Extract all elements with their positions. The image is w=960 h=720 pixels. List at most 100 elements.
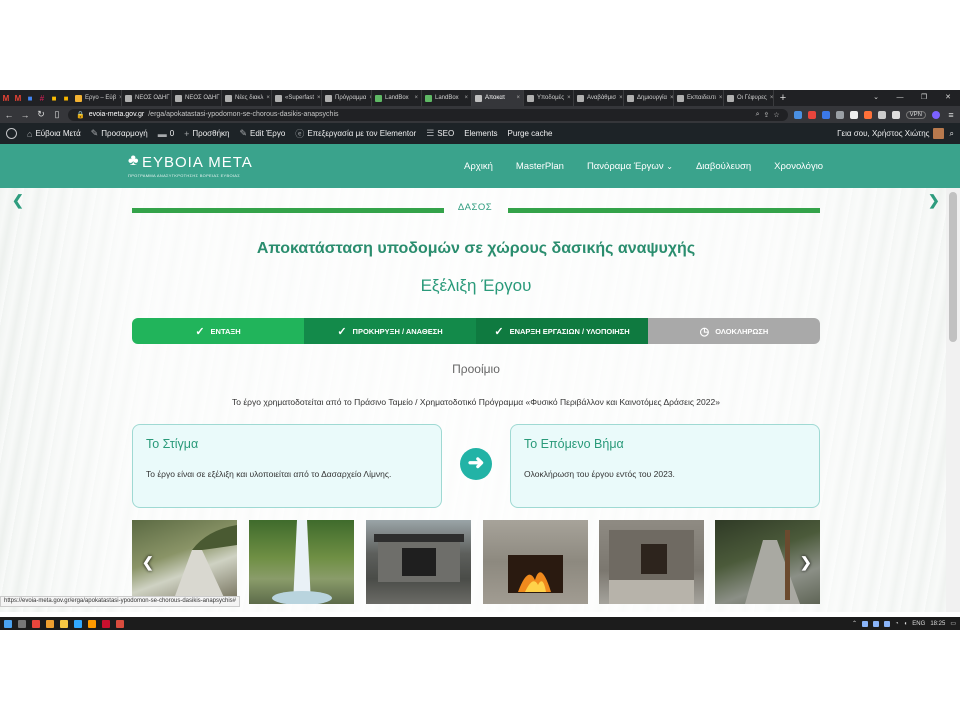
menu-item-projects-overview[interactable]: Πανόραμα Έργων ⌄ (587, 161, 673, 172)
maximize-button[interactable]: ❐ (912, 90, 936, 106)
site-logo[interactable]: ♣ ΕΥΒΟΙΑ ΜΕΤΑ ΠΡΟΓΡΑΜΜΑ ΑΝΑΣΥΓΚΡΟΤΗΣΗΣ Β… (128, 152, 258, 180)
zoom-icon[interactable]: ⌕ (756, 111, 760, 119)
gallery-photo[interactable] (249, 520, 354, 604)
notes-icon[interactable]: ■ (60, 90, 72, 106)
slack-icon[interactable]: # (36, 90, 48, 106)
menu-icon[interactable]: ≡ (946, 110, 956, 120)
notification-icon[interactable]: ▭ (950, 620, 956, 627)
gallery-photo[interactable] (599, 520, 704, 604)
docs-icon[interactable]: ■ (24, 90, 36, 106)
browser-tab[interactable]: Εκπαιδευτι × (674, 90, 724, 106)
browser-tab[interactable]: LandBox × (372, 90, 422, 106)
browser-tab[interactable]: Εργο – Εύβ× (72, 90, 122, 106)
scrollbar-thumb[interactable] (949, 192, 957, 342)
photoshop-icon[interactable] (74, 619, 82, 628)
tab-close-icon[interactable]: × (266, 95, 270, 101)
share-icon[interactable]: ⇪ (764, 111, 770, 119)
tab-close-icon[interactable]: × (317, 95, 321, 101)
calendar-icon[interactable]: ■ (48, 90, 60, 106)
gallery-prev-icon[interactable]: ❮ (142, 554, 154, 571)
tab-close-icon[interactable]: × (770, 95, 773, 101)
menu-item-home[interactable]: Αρχική (464, 161, 493, 172)
browser-tab[interactable]: Πρόγραμμα× (322, 90, 372, 106)
browser-tab[interactable]: Οι Γέφυρες × (724, 90, 774, 106)
task-view-icon[interactable] (18, 619, 26, 628)
url-field[interactable]: 🔒 evoia-meta.gov.gr/erga/apokatastasi-yp… (68, 108, 788, 121)
reload-icon[interactable]: ↻ (36, 109, 46, 120)
extension-icon[interactable] (793, 110, 802, 119)
browser-tab[interactable]: ΝΕΟΣ ΟΔΗΓ× (172, 90, 222, 106)
tray-chevron-icon[interactable]: ⌃ (852, 620, 857, 627)
tab-search-icon[interactable]: ⌄ (864, 90, 888, 106)
gallery-photo[interactable] (366, 520, 471, 604)
puzzle-icon[interactable] (877, 110, 886, 119)
browser-tab-active[interactable]: Αποκατ × (472, 90, 524, 106)
browser-tab[interactable]: Αναβάθμισ × (574, 90, 624, 106)
tab-close-icon[interactable]: × (414, 95, 418, 101)
wordpress-logo-icon[interactable] (6, 128, 17, 139)
forward-icon[interactable]: → (20, 110, 30, 120)
admin-elements[interactable]: Elements (464, 129, 497, 138)
browser-taskbar-icon[interactable] (32, 619, 40, 628)
app-taskbar-icon[interactable] (102, 619, 110, 628)
browser-tab[interactable]: ΝΕΟΣ ΟΔΗΓ× (122, 90, 172, 106)
admin-new[interactable]: + Προσθήκη (184, 129, 229, 139)
menu-item-timeline[interactable]: Χρονολόγιο (774, 161, 823, 172)
admin-edit[interactable]: ✎ Edit Έργο (239, 128, 285, 139)
tab-close-icon[interactable]: × (516, 95, 520, 101)
admin-comments[interactable]: ▬ 0 (158, 129, 174, 139)
app-taskbar-icon[interactable] (116, 619, 124, 628)
menu-item-masterplan[interactable]: MasterPlan (516, 161, 564, 172)
page-scrollbar[interactable] (946, 188, 960, 612)
browser-tab[interactable]: Νέες διακλ × (222, 90, 272, 106)
volume-icon[interactable]: ◖ (904, 621, 908, 627)
extension-icon[interactable] (863, 110, 872, 119)
illustrator-icon[interactable] (88, 619, 96, 628)
admin-account[interactable]: Γεια σου, Χρήστος Χιώτης (837, 128, 944, 139)
gmail-icon[interactable]: M (0, 90, 12, 106)
gmail-icon[interactable]: M (12, 90, 24, 106)
windows-start-icon[interactable] (4, 619, 12, 628)
bookmark-icon[interactable]: ▯ (52, 109, 62, 120)
back-icon[interactable]: ← (4, 110, 14, 120)
tray-icon[interactable] (884, 620, 891, 627)
profile-icon[interactable] (932, 110, 940, 119)
extension-icon[interactable] (807, 110, 816, 119)
app-taskbar-icon[interactable] (46, 619, 54, 628)
tray-icon[interactable] (873, 620, 880, 627)
clock-time[interactable]: 18:25 (930, 621, 945, 627)
menu-item-consultation[interactable]: Διαβούλευση (696, 161, 751, 172)
extension-icon[interactable] (835, 110, 844, 119)
admin-purge-cache[interactable]: Purge cache (508, 129, 553, 138)
minimize-button[interactable]: — (888, 90, 912, 106)
browser-tab[interactable]: Δημιουργία × (624, 90, 674, 106)
star-icon[interactable]: ☆ (773, 111, 779, 119)
tray-icon[interactable] (862, 620, 869, 627)
admin-search-icon[interactable]: ⌕ (950, 129, 954, 139)
gallery-photo[interactable] (483, 520, 588, 604)
admin-elementor[interactable]: ⓔ Επεξεργασία με τον Elementor (295, 127, 416, 140)
extension-icon[interactable] (849, 110, 858, 119)
browser-tab[interactable]: LandBox × (422, 90, 472, 106)
prev-project-arrow-icon[interactable]: ❮ (12, 192, 24, 209)
next-project-arrow-icon[interactable]: ❯ (928, 192, 940, 209)
tab-close-icon[interactable]: × (464, 95, 468, 101)
keyboard-language[interactable]: ENG (912, 621, 925, 627)
wifi-icon[interactable]: ◔ (895, 621, 899, 627)
gallery-next-icon[interactable]: ❯ (800, 554, 812, 571)
admin-site-name[interactable]: ⌂ Εύβοια Μετά (27, 129, 81, 139)
tab-close-icon[interactable]: × (567, 95, 571, 101)
tab-close-icon[interactable]: × (619, 95, 623, 101)
tab-close-icon[interactable]: × (670, 95, 673, 101)
vpn-badge[interactable]: VPN (905, 110, 926, 119)
admin-seo[interactable]: ☰ SEO (426, 128, 454, 139)
close-window-button[interactable]: ✕ (936, 90, 960, 106)
extension-icon[interactable] (821, 110, 830, 119)
new-tab-button[interactable]: + (774, 92, 792, 104)
browser-tab[interactable]: «Superfast × (272, 90, 322, 106)
admin-customize[interactable]: ✎ Προσαρμογή (91, 128, 148, 139)
browser-tab[interactable]: Υποδομές × (524, 90, 574, 106)
folder-icon[interactable] (60, 619, 68, 628)
tab-close-icon[interactable]: × (719, 95, 723, 101)
download-icon[interactable] (891, 110, 900, 119)
